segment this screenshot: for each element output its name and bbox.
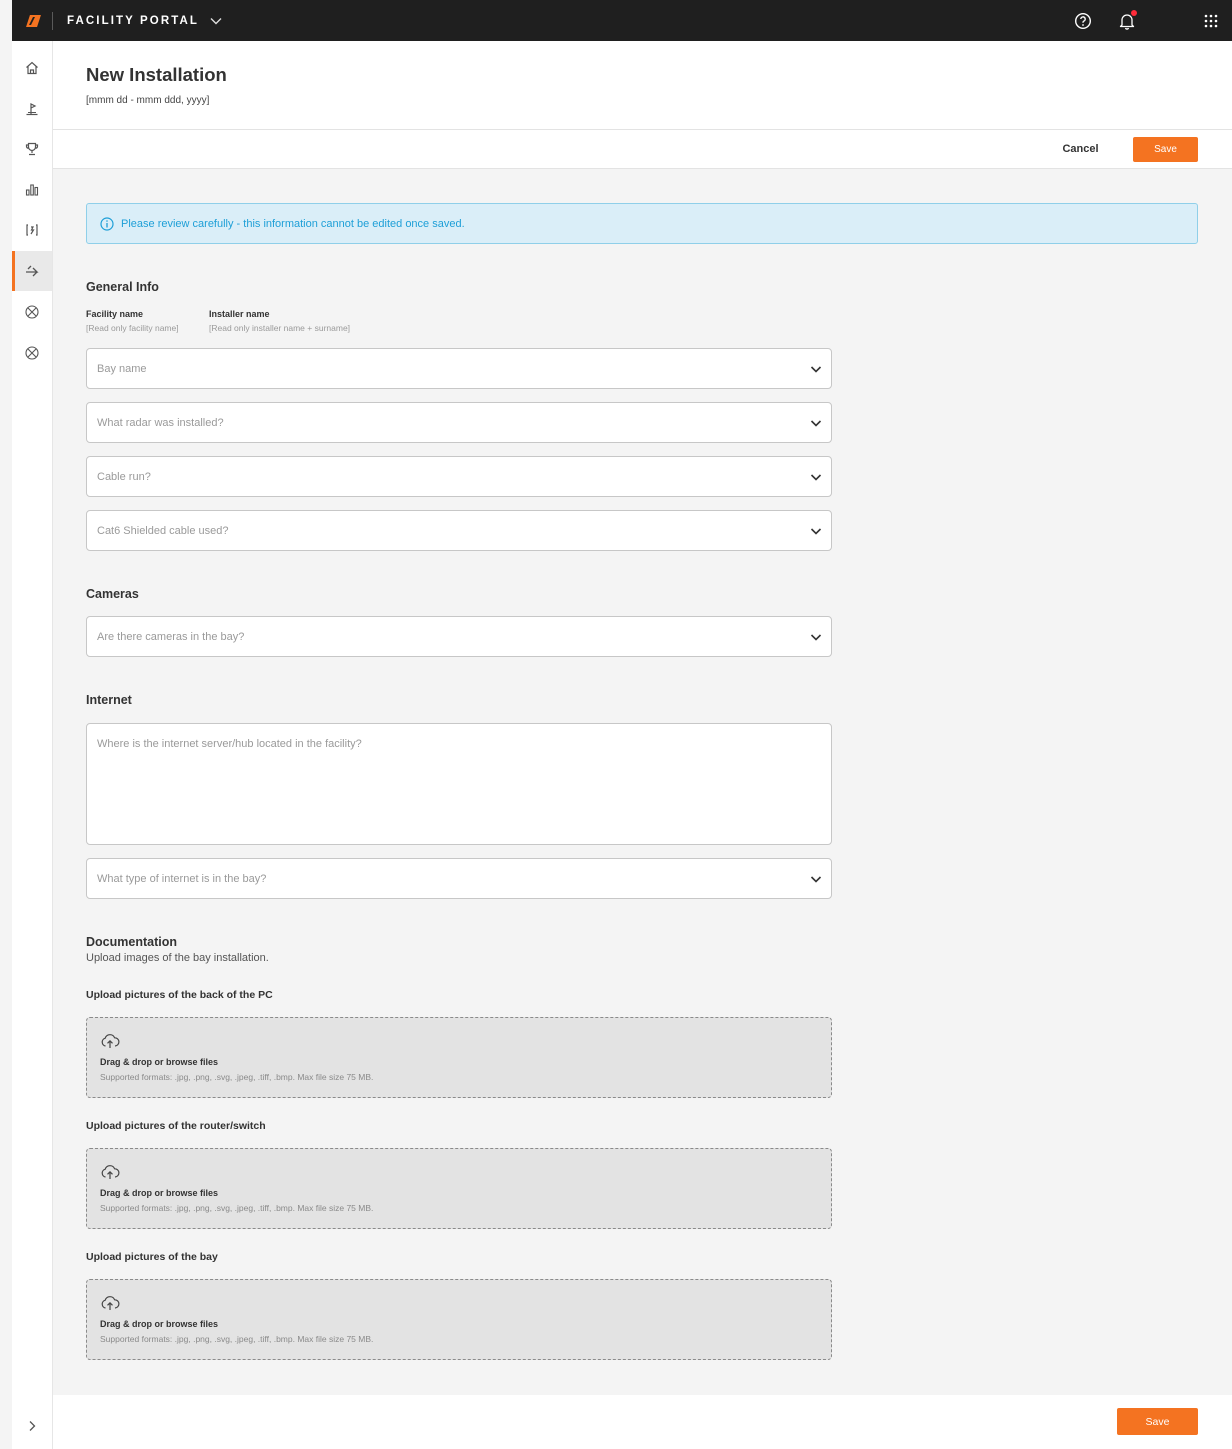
facility-name-value: [Read only facility name]	[86, 323, 179, 333]
installation-icon	[26, 265, 39, 277]
sidebar-item-stats[interactable]	[12, 169, 52, 209]
facility-name-label: Facility name	[86, 309, 144, 319]
sidebar	[12, 41, 53, 1449]
cloud-upload-icon	[101, 1296, 120, 1310]
cable-run-placeholder: Cable run?	[97, 470, 151, 483]
cloud-upload-icon	[101, 1034, 120, 1048]
footer-save-button[interactable]: Save	[1117, 1408, 1198, 1435]
internet-title: Internet	[86, 693, 132, 707]
internet-location-textarea[interactable]	[86, 723, 832, 845]
bay-name-placeholder: Bay name	[97, 362, 147, 375]
upload-pc-dropzone[interactable]: Drag & drop or browse files Supported fo…	[86, 1017, 832, 1098]
apps-grid-icon[interactable]	[1200, 10, 1222, 32]
info-alert: Please review carefully - this informati…	[86, 203, 1198, 244]
sidebar-item-trophy[interactable]	[12, 129, 52, 169]
cloud-upload-icon	[101, 1165, 120, 1179]
cameras-placeholder: Are there cameras in the bay?	[97, 630, 245, 643]
internet-type-select[interactable]: What type of internet is in the bay?	[86, 858, 832, 899]
upload-pc-formats: Supported formats: .jpg, .png, .svg, .jp…	[100, 1072, 374, 1082]
radar-placeholder: What radar was installed?	[97, 416, 224, 429]
sidebar-item-placeholder-2[interactable]	[12, 333, 52, 373]
documentation-subtitle: Upload images of the bay installation.	[86, 952, 269, 964]
chevron-down-icon[interactable]	[209, 14, 223, 28]
sidebar-expand-button[interactable]	[12, 1406, 52, 1446]
chevron-down-icon	[810, 528, 822, 535]
cable-run-select[interactable]: Cable run?	[86, 456, 832, 497]
trophy-icon	[25, 142, 39, 156]
cameras-title: Cameras	[86, 587, 139, 601]
upload-bay-formats: Supported formats: .jpg, .png, .svg, .jp…	[100, 1334, 374, 1344]
page-header: New Installation [mmm dd - mmm ddd, yyyy…	[53, 41, 1232, 130]
app-brand[interactable]: FACILITY PORTAL	[67, 15, 199, 27]
sidebar-item-home[interactable]	[12, 48, 52, 88]
page-title: New Installation	[86, 64, 227, 85]
action-bar: Cancel Save	[53, 130, 1232, 169]
upload-pc-label: Upload pictures of the back of the PC	[86, 989, 273, 1001]
save-button[interactable]: Save	[1133, 137, 1198, 162]
help-icon[interactable]	[1072, 10, 1094, 32]
close-circle-icon	[25, 346, 39, 360]
alert-message: Please review carefully - this informati…	[121, 217, 465, 230]
upload-router-title[interactable]: Drag & drop or browse files	[100, 1188, 218, 1198]
page-date-range: [mmm dd - mmm ddd, yyyy]	[86, 95, 210, 106]
upload-bay-dropzone[interactable]: Drag & drop or browse files Supported fo…	[86, 1279, 832, 1360]
upload-bay-title[interactable]: Drag & drop or browse files	[100, 1319, 218, 1329]
upload-router-dropzone[interactable]: Drag & drop or browse files Supported fo…	[86, 1148, 832, 1229]
sidebar-item-golf[interactable]	[12, 89, 52, 129]
installer-name-value: [Read only installer name + surname]	[209, 323, 351, 333]
chevron-down-icon	[810, 420, 822, 427]
general-info-title: General Info	[86, 280, 159, 294]
sidebar-item-tools[interactable]	[12, 210, 52, 250]
page-footer: Save	[53, 1395, 1232, 1449]
tools-icon	[26, 224, 38, 236]
sidebar-item-placeholder-1[interactable]	[12, 292, 52, 332]
top-bar: FACILITY PORTAL	[12, 0, 1232, 41]
bay-name-select[interactable]: Bay name	[86, 348, 832, 389]
close-circle-icon	[25, 305, 39, 319]
upload-bay-label: Upload pictures of the bay	[86, 1251, 218, 1263]
cancel-button[interactable]: Cancel	[1053, 138, 1108, 160]
cat6-cable-placeholder: Cat6 Shielded cable used?	[97, 524, 229, 537]
chevron-down-icon	[810, 474, 822, 481]
sidebar-item-installations[interactable]	[12, 251, 52, 291]
chevron-down-icon	[810, 876, 822, 883]
bar-chart-icon	[25, 184, 39, 196]
chevron-down-icon	[810, 634, 822, 641]
brand-logo[interactable]	[26, 14, 41, 27]
chevron-right-icon	[29, 1421, 36, 1431]
notification-badge	[1131, 9, 1137, 16]
documentation-title: Documentation	[86, 935, 177, 949]
notification-bell-icon[interactable]	[1116, 9, 1138, 32]
cat6-cable-select[interactable]: Cat6 Shielded cable used?	[86, 510, 832, 551]
internet-type-placeholder: What type of internet is in the bay?	[97, 872, 267, 885]
info-icon	[100, 216, 114, 231]
radar-select[interactable]: What radar was installed?	[86, 402, 832, 443]
upload-pc-title[interactable]: Drag & drop or browse files	[100, 1057, 218, 1067]
chevron-down-icon	[810, 366, 822, 373]
home-icon	[26, 61, 38, 75]
upload-router-label: Upload pictures of the router/switch	[86, 1120, 266, 1132]
installer-name-label: Installer name	[209, 309, 270, 319]
upload-router-formats: Supported formats: .jpg, .png, .svg, .jp…	[100, 1203, 374, 1213]
topbar-divider	[52, 11, 53, 30]
golf-flag-icon	[26, 103, 38, 116]
cameras-select[interactable]: Are there cameras in the bay?	[86, 616, 832, 657]
